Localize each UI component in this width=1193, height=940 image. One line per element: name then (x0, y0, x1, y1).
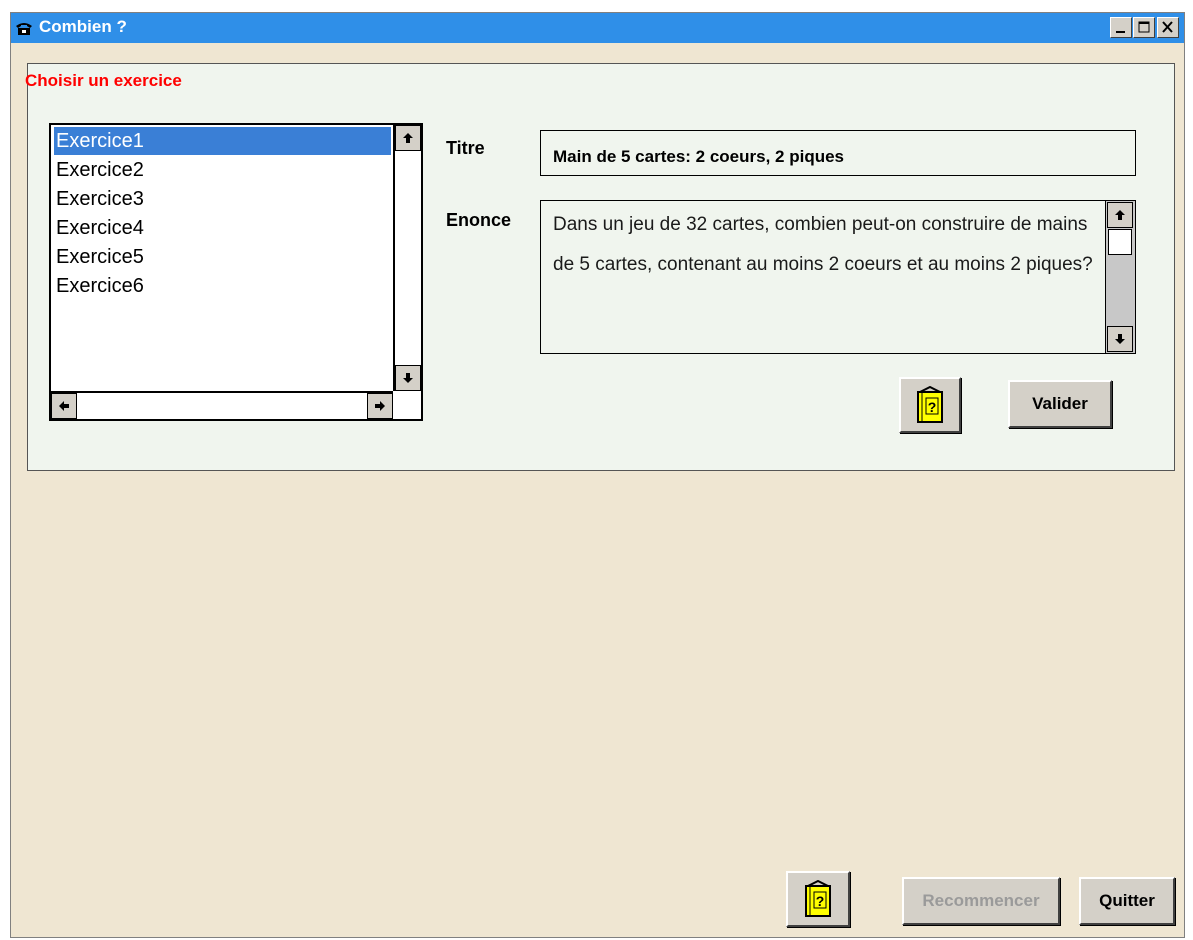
enonce-field[interactable]: Dans un jeu de 32 cartes, combien peut-o… (540, 200, 1136, 354)
svg-text:?: ? (816, 893, 825, 909)
titre-field: Main de 5 cartes: 2 coeurs, 2 piques (540, 130, 1136, 176)
scroll-down-button[interactable] (395, 365, 421, 391)
choose-exercise-label: Choisir un exercice (25, 71, 182, 90)
list-item[interactable]: Exercice5 (54, 243, 391, 271)
scroll-up-button[interactable] (1107, 202, 1133, 228)
list-item[interactable]: Exercice4 (54, 214, 391, 242)
close-icon (1162, 21, 1173, 33)
minimize-icon (1116, 31, 1125, 33)
listbox-horizontal-scrollbar[interactable] (51, 391, 393, 419)
scroll-thumb[interactable] (1108, 229, 1132, 255)
arrow-up-icon (403, 133, 413, 143)
close-button[interactable] (1157, 17, 1179, 38)
listbox-vertical-scrollbar[interactable] (393, 125, 421, 391)
help-book-icon: ? (917, 386, 943, 423)
telephone-icon (15, 20, 33, 36)
arrow-down-icon (403, 373, 413, 383)
minimize-button[interactable] (1110, 17, 1132, 38)
enonce-text: Dans un jeu de 32 cartes, combien peut-o… (553, 214, 1093, 275)
exercise-listbox[interactable]: Exercice1 Exercice2 Exercice3 Exercice4 … (49, 123, 423, 421)
app-window: Combien ? Exercice1 Exercice2 Exercice3 … (10, 12, 1185, 938)
valider-button[interactable]: Valider (1008, 380, 1112, 428)
list-item[interactable]: Exercice3 (54, 185, 391, 213)
arrow-down-icon (1115, 334, 1125, 344)
arrow-up-icon (1115, 210, 1125, 220)
recommencer-button[interactable]: Recommencer (902, 877, 1060, 925)
scroll-down-button[interactable] (1107, 326, 1133, 352)
scroll-up-button[interactable] (395, 125, 421, 151)
help-button[interactable]: ? (899, 377, 961, 433)
help-book-icon: ? (805, 880, 831, 917)
list-item[interactable]: Exercice2 (54, 156, 391, 184)
titre-label: Titre (446, 138, 485, 158)
svg-text:?: ? (928, 399, 937, 415)
enonce-scrollbar[interactable] (1105, 201, 1135, 353)
exercise-panel: Exercice1 Exercice2 Exercice3 Exercice4 … (27, 63, 1175, 471)
quitter-button[interactable]: Quitter (1079, 877, 1175, 925)
maximize-icon (1138, 21, 1150, 33)
window-title: Combien ? (39, 17, 127, 36)
list-item[interactable]: Exercice6 (54, 272, 391, 300)
maximize-button[interactable] (1133, 17, 1155, 38)
scroll-right-button[interactable] (367, 393, 393, 419)
help-button[interactable]: ? (786, 871, 850, 927)
list-item[interactable]: Exercice1 (54, 127, 391, 155)
arrow-left-icon (59, 401, 69, 411)
enonce-label: Enonce (446, 210, 512, 230)
scroll-left-button[interactable] (51, 393, 77, 419)
arrow-right-icon (375, 401, 385, 411)
title-bar[interactable]: Combien ? (11, 13, 1184, 43)
